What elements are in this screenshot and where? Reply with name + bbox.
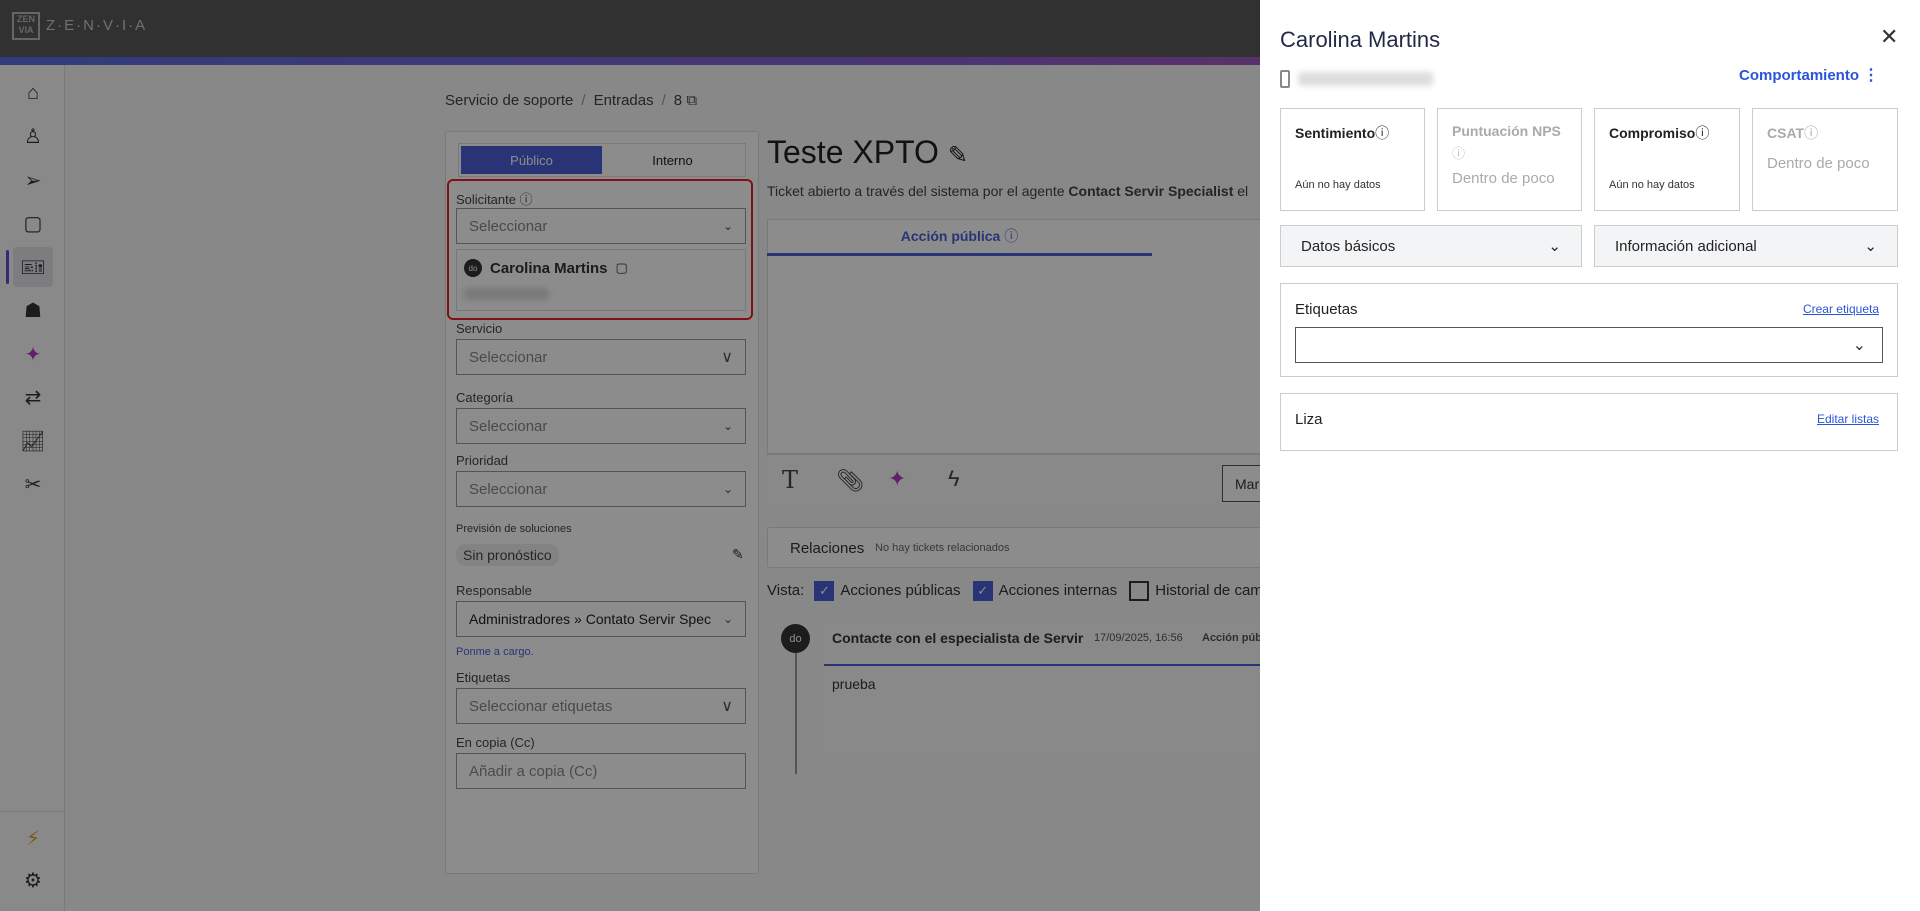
info-icon: ⓘ xyxy=(1695,125,1710,141)
behavior-link[interactable]: Comportamiento xyxy=(1739,67,1859,84)
accordion-basic-data[interactable]: Datos básicos ⌄ xyxy=(1280,225,1582,267)
lists-label: Liza xyxy=(1295,411,1323,428)
metric-value: Aún no hay datos xyxy=(1609,179,1695,191)
metric-csat: CSATⓘ Dentro de poco xyxy=(1752,108,1898,211)
create-tag-link[interactable]: Crear etiqueta xyxy=(1803,302,1879,316)
tags-label: Etiquetas xyxy=(1295,301,1358,318)
chevron-down-icon: ⌄ xyxy=(1548,238,1561,255)
metric-nps: Puntuación NPS ⓘ Dentro de poco xyxy=(1437,108,1582,211)
chevron-down-icon: ⌄ xyxy=(1864,238,1877,255)
info-icon: ⓘ xyxy=(1452,146,1466,161)
redacted-phone xyxy=(1298,72,1433,86)
tags-section: Etiquetas Crear etiqueta ⌄ xyxy=(1280,283,1898,377)
metric-value: Dentro de poco xyxy=(1767,155,1870,172)
edit-lists-link[interactable]: Editar listas xyxy=(1817,412,1879,426)
lists-section: Liza Editar listas xyxy=(1280,393,1898,451)
chevron-down-icon: ⌄ xyxy=(1852,337,1866,354)
metric-sentiment: Sentimientoⓘ Aún no hay datos xyxy=(1280,108,1425,211)
close-icon[interactable]: ✕ xyxy=(1880,24,1898,50)
accordion-additional-info[interactable]: Información adicional ⌄ xyxy=(1594,225,1898,267)
tags-select[interactable]: ⌄ xyxy=(1295,327,1883,363)
info-icon: ⓘ xyxy=(1375,125,1390,141)
kebab-menu-icon[interactable]: ⋮ xyxy=(1863,65,1879,85)
metric-value: Aún no hay datos xyxy=(1295,179,1381,191)
info-icon: ⓘ xyxy=(1804,125,1819,141)
phone-icon xyxy=(1280,70,1290,88)
metric-engagement: Compromisoⓘ Aún no hay datos xyxy=(1594,108,1740,211)
contact-panel: Carolina Martins ✕ Comportamiento ⋮ Sent… xyxy=(1260,0,1920,911)
contact-panel-title: Carolina Martins xyxy=(1280,27,1441,52)
metric-value: Dentro de poco xyxy=(1452,170,1555,187)
